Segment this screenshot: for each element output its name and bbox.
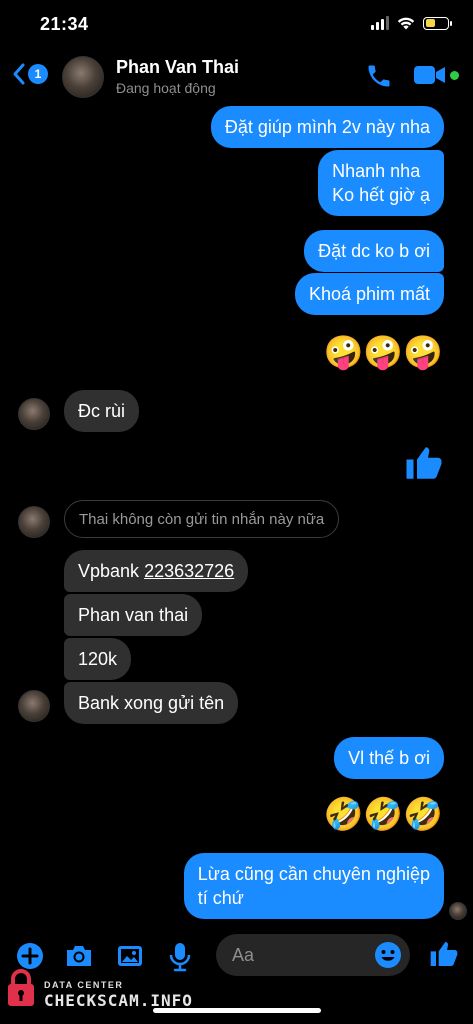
- message-line: Nhanh nha: [332, 161, 421, 181]
- unsent-message-notice: Thai không còn gửi tin nhắn này nữa: [64, 500, 340, 538]
- lock-icon: [8, 969, 34, 1006]
- contact-avatar[interactable]: [62, 56, 104, 98]
- message-line: Ko hết giờ ạ: [332, 185, 430, 205]
- chevron-left-icon: [13, 63, 25, 85]
- message-line: Lừa cũng cần chuyên nghiệp: [197, 864, 430, 884]
- emoji-message[interactable]: 🤪🤪🤪: [323, 334, 443, 370]
- contact-name[interactable]: Phan Van Thai: [116, 57, 239, 78]
- status-time: 21:34: [40, 14, 89, 34]
- online-indicator: [450, 71, 459, 80]
- emoji-message[interactable]: 🤣🤣🤣: [323, 796, 443, 832]
- sender-avatar[interactable]: [18, 398, 50, 430]
- watermark-label: DATA CENTER: [44, 980, 124, 990]
- video-camera-icon[interactable]: [413, 64, 447, 86]
- message-input-field[interactable]: [216, 934, 410, 976]
- smile-icon[interactable]: [374, 941, 402, 969]
- back-button[interactable]: 1: [12, 62, 48, 86]
- message-input[interactable]: [232, 934, 372, 976]
- status-bar: 21:34: [0, 0, 473, 48]
- sender-avatar[interactable]: [18, 506, 50, 538]
- unread-badge: 1: [28, 64, 48, 84]
- message-line: tí chứ: [197, 888, 244, 908]
- bank-name-text: Vpbank: [78, 561, 145, 581]
- message-bubble-outgoing[interactable]: Nhanh nha Ko hết giờ ạ: [318, 150, 444, 216]
- wifi-icon: [397, 17, 415, 30]
- message-bubble-outgoing[interactable]: Đặt giúp mình 2v này nha: [210, 106, 444, 148]
- message-bubble-outgoing[interactable]: Lừa cũng cần chuyên nghiệp tí chứ: [183, 853, 444, 919]
- thumbs-up-icon[interactable]: [428, 938, 460, 970]
- home-indicator[interactable]: [153, 1008, 321, 1013]
- cellular-signal-icon: [371, 16, 389, 30]
- thumbs-up-icon[interactable]: [403, 442, 445, 484]
- watermark: DATA CENTER CHECKSCAM.INFO: [6, 966, 206, 1014]
- phone-icon[interactable]: [365, 62, 393, 90]
- sender-avatar[interactable]: [18, 690, 50, 722]
- status-icons: [371, 16, 452, 30]
- message-bubble-outgoing[interactable]: Đặt dc ko b ơi: [304, 230, 444, 272]
- battery-level: [425, 19, 435, 27]
- message-bubble-incoming[interactable]: Phan van thai: [64, 594, 203, 636]
- message-bubble-incoming[interactable]: Vpbank 223632726: [64, 550, 249, 592]
- seen-receipt-avatar: [449, 902, 467, 920]
- battery-icon: [423, 16, 452, 30]
- account-number-link[interactable]: 223632726: [144, 561, 234, 581]
- message-bubble-outgoing[interactable]: Khoá phim mất: [294, 273, 444, 315]
- contact-status: Đang hoạt động: [116, 80, 216, 96]
- conversation-header: 1 Phan Van Thai Đang hoạt động: [0, 48, 473, 104]
- message-bubble-incoming[interactable]: 120k: [64, 638, 132, 680]
- message-bubble-outgoing[interactable]: Vl thế b ơi: [334, 737, 444, 779]
- message-bubble-incoming[interactable]: Bank xong gửi tên: [64, 682, 239, 724]
- message-bubble-incoming[interactable]: Đc rùi: [64, 390, 140, 432]
